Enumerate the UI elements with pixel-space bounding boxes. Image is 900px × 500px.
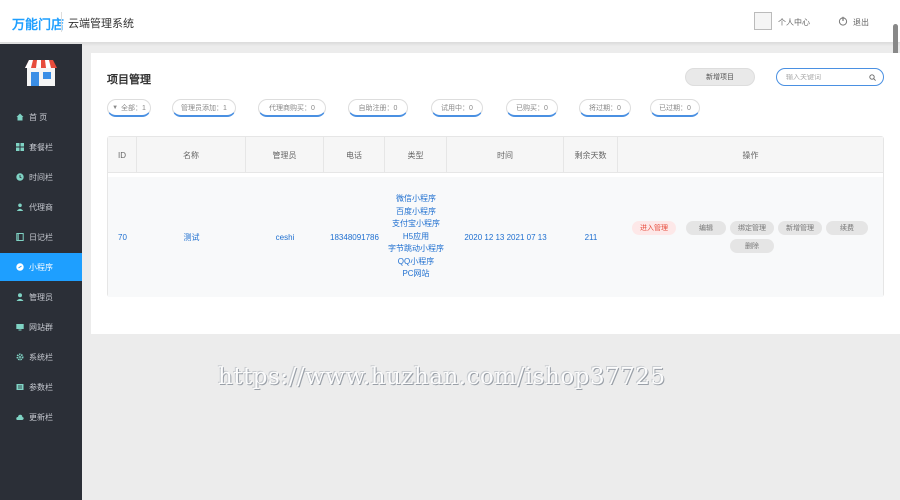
- cell-admin: ceshi: [275, 232, 295, 242]
- sidebar-item-label: 更新栏: [29, 412, 53, 422]
- power-icon[interactable]: [838, 16, 848, 26]
- filter-label: 已过期：0: [659, 104, 691, 112]
- filter-self-register[interactable]: 自助注册：0: [348, 99, 408, 117]
- cell-phone: 18348091786: [330, 232, 379, 242]
- project-panel: 项目管理 新增项目 ▼ 全部：1 管理员添加：1 代理商购买：0 自助注册：0 …: [91, 53, 900, 334]
- miniapp-icon: [16, 263, 24, 271]
- filter-admin-added[interactable]: 管理员添加：1: [172, 99, 236, 117]
- filter-label: 全部：1: [121, 104, 146, 112]
- filter-agent-bought[interactable]: 代理商购买：0: [258, 99, 326, 117]
- filter-label: 将过期：0: [589, 104, 621, 112]
- search-input[interactable]: [786, 73, 862, 81]
- cell-time: 2020 12 13 2021 07 13: [464, 232, 547, 242]
- column-header-name: 名称: [137, 137, 246, 173]
- sidebar-item-update[interactable]: 更新栏: [0, 403, 82, 431]
- type-tag: 支付宝小程序: [392, 219, 440, 229]
- top-divider: [61, 12, 62, 32]
- column-header-time: 时间: [447, 137, 564, 173]
- book-icon: [16, 233, 24, 241]
- cloud-icon: [16, 414, 24, 420]
- brand-logo-text[interactable]: 万能门店: [12, 14, 64, 33]
- sidebar-item-log[interactable]: 日记栏: [0, 223, 82, 251]
- clock-icon: [16, 173, 24, 181]
- project-table: ID 名称 管理员 电话 类型 时间 剩余天数 操作 70 测试 ceshi 1…: [107, 136, 884, 297]
- filter-trial[interactable]: 试用中：0: [431, 99, 483, 117]
- sidebar-item-label: 日记栏: [29, 232, 53, 242]
- admin-icon: [16, 293, 24, 301]
- cell-id: 70: [118, 232, 127, 242]
- type-tag: QQ小程序: [397, 256, 435, 266]
- filter-expiring[interactable]: 将过期：0: [579, 99, 631, 117]
- column-header-id: ID: [108, 137, 137, 173]
- search-box: [776, 68, 884, 86]
- filter-label: 已购买：0: [516, 104, 548, 112]
- type-tag: 微信小程序: [396, 194, 436, 204]
- sidebar-item-system[interactable]: 系统栏: [0, 343, 82, 371]
- filter-expired[interactable]: 已过期：0: [650, 99, 700, 117]
- sidebar-item-package[interactable]: 套餐栏: [0, 133, 82, 161]
- sidebar-item-sites[interactable]: 网站群: [0, 313, 82, 341]
- type-tag: PC网站: [402, 269, 430, 279]
- user-icon: [16, 203, 24, 211]
- cell-actions: 进入管理 编辑 绑定管理 新增管理 续费 删除: [624, 177, 884, 297]
- cell-types: 微信小程序 百度小程序 支付宝小程序 H5应用 字节跳动小程序 QQ小程序 PC…: [385, 177, 447, 297]
- sidebar-item-label: 小程序: [29, 262, 53, 272]
- filter-label: 试用中：0: [441, 104, 473, 112]
- home-icon: [16, 113, 24, 121]
- type-tag: 字节跳动小程序: [388, 244, 444, 254]
- column-header-remaining: 剩余天数: [564, 137, 618, 173]
- filter-label: 管理员添加：1: [181, 104, 227, 112]
- top-bar: 万能门店 云端管理系统 个人中心 退出: [0, 0, 900, 43]
- store-logo-icon: [25, 60, 57, 86]
- filter-label: 自助注册：0: [358, 104, 398, 112]
- filter-purchased[interactable]: 已购买：0: [506, 99, 558, 117]
- column-header-admin: 管理员: [246, 137, 324, 173]
- table-row: 70 测试 ceshi 18348091786 微信小程序 百度小程序 支付宝小…: [108, 177, 883, 297]
- renew-button[interactable]: 续费: [826, 221, 868, 235]
- sidebar-item-label: 套餐栏: [29, 142, 53, 152]
- sidebar-item-params[interactable]: 参数栏: [0, 373, 82, 401]
- sidebar-item-time[interactable]: 时间栏: [0, 163, 82, 191]
- watermark: https://www.huzhan.com/ishop37725: [218, 364, 666, 390]
- type-tag: 百度小程序: [396, 206, 436, 216]
- search-icon[interactable]: [869, 74, 876, 81]
- delete-button[interactable]: 删除: [730, 239, 774, 253]
- type-tag: H5应用: [402, 231, 430, 241]
- sidebar-item-home[interactable]: 首 页: [0, 103, 82, 131]
- sidebar: 首 页 套餐栏 时间栏 代理商 日记栏 小程序 管理员 网站群 系统栏 参数栏 …: [0, 44, 82, 500]
- filter-all[interactable]: ▼ 全部：1: [107, 99, 151, 117]
- logout-link[interactable]: 退出: [853, 17, 869, 28]
- site-icon: [16, 324, 24, 331]
- column-header-actions: 操作: [742, 150, 759, 160]
- table-header: ID 名称 管理员 电话 类型 时间 剩余天数 操作: [108, 137, 883, 173]
- edit-button[interactable]: 编辑: [686, 221, 726, 235]
- grid-icon: [16, 143, 24, 151]
- sidebar-item-label: 首 页: [29, 112, 48, 122]
- sidebar-item-label: 管理员: [29, 292, 53, 302]
- column-header-phone: 电话: [324, 137, 385, 173]
- system-title: 云端管理系统: [68, 18, 134, 30]
- user-center-link[interactable]: 个人中心: [778, 17, 810, 28]
- add-management-button[interactable]: 新增管理: [778, 221, 822, 235]
- cell-name[interactable]: 测试: [137, 177, 246, 297]
- filter-dropdown-icon: ▼: [112, 104, 119, 111]
- sidebar-item-admin[interactable]: 管理员: [0, 283, 82, 311]
- page-title: 项目管理: [107, 74, 151, 86]
- add-project-button[interactable]: 新增项目: [685, 68, 755, 86]
- column-header-type: 类型: [385, 137, 447, 173]
- sidebar-item-label: 参数栏: [29, 382, 53, 392]
- sidebar-item-label: 网站群: [29, 322, 53, 332]
- sidebar-item-label: 时间栏: [29, 172, 53, 182]
- param-icon: [16, 384, 24, 390]
- sidebar-item-label: 代理商: [29, 202, 53, 212]
- enter-management-button[interactable]: 进入管理: [632, 221, 676, 235]
- avatar[interactable]: [754, 12, 772, 30]
- sidebar-item-label: 系统栏: [29, 352, 53, 362]
- sidebar-item-agent[interactable]: 代理商: [0, 193, 82, 221]
- sidebar-item-miniapp[interactable]: 小程序: [0, 253, 82, 281]
- filter-label: 代理商购买：0: [269, 104, 315, 112]
- cell-remaining-days: 211: [584, 232, 598, 242]
- bind-management-button[interactable]: 绑定管理: [730, 221, 774, 235]
- gear-icon: [16, 353, 24, 361]
